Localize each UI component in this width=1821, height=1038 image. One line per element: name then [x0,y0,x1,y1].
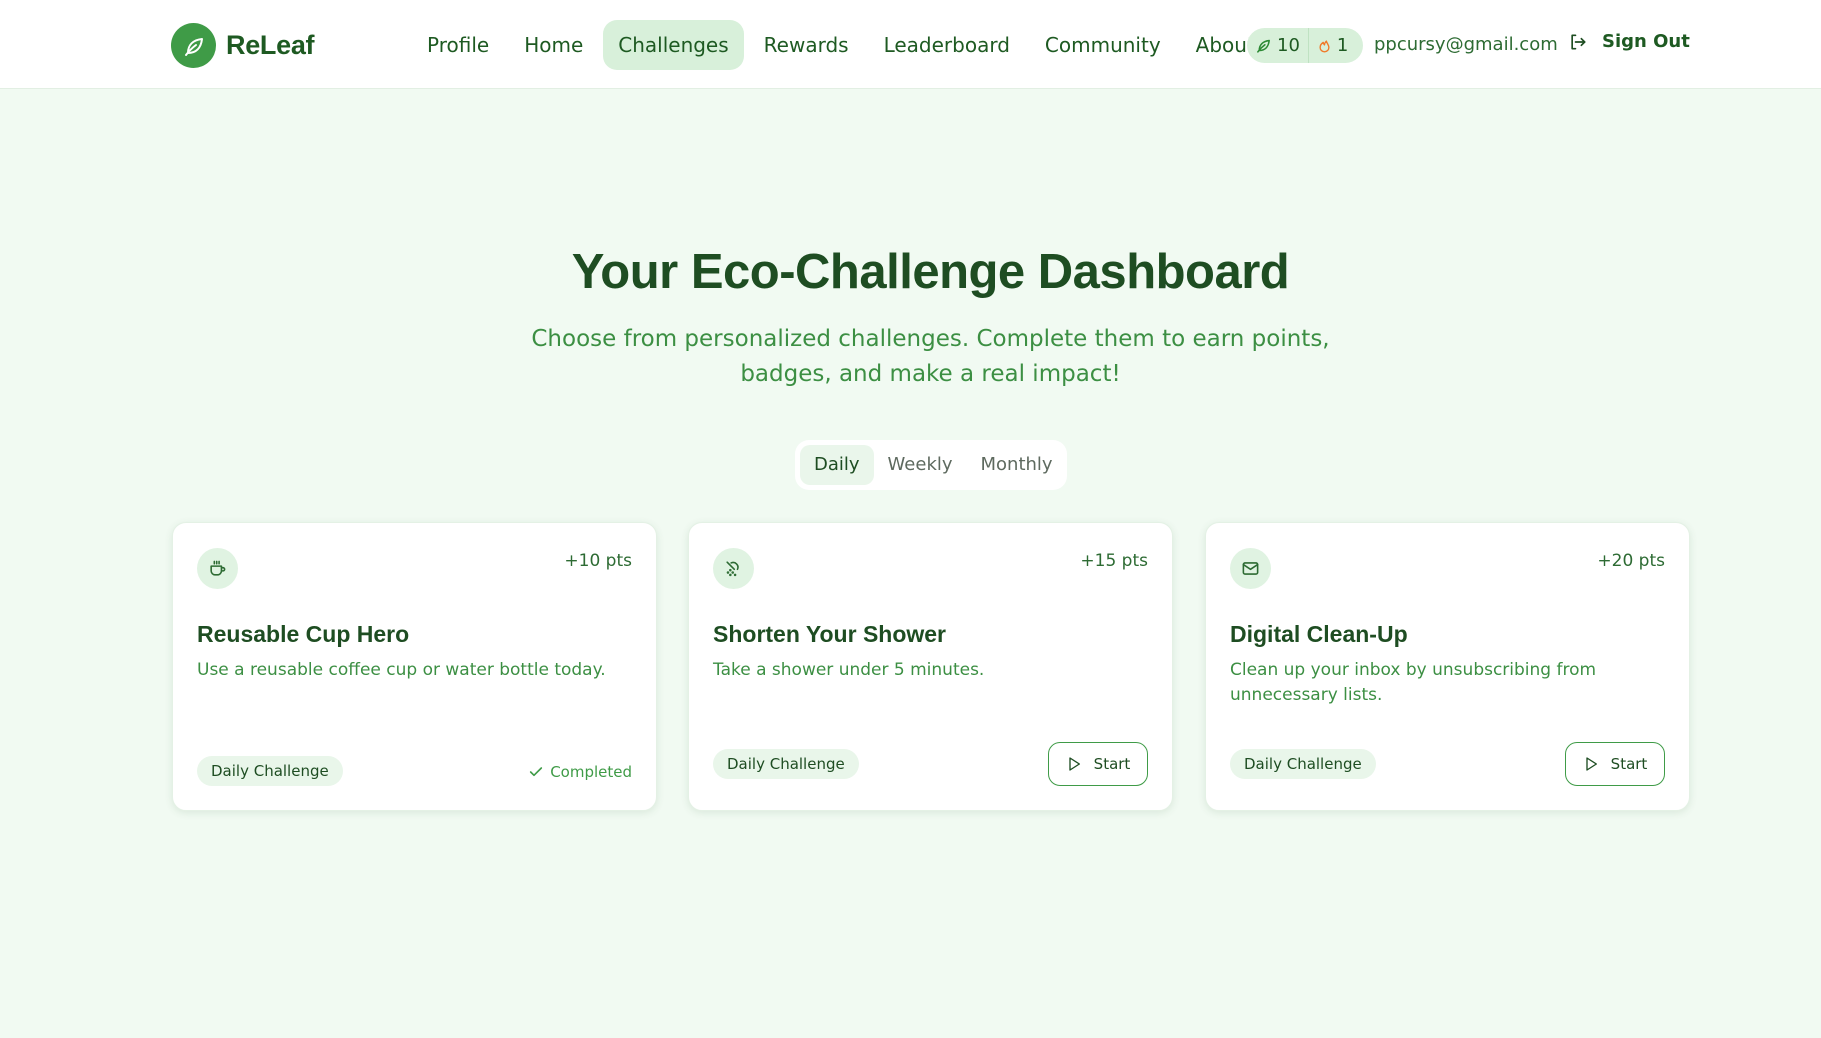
play-icon [1586,757,1597,771]
shower-icon [713,548,754,589]
start-label: Start [1093,755,1131,773]
card-title: Reusable Cup Hero [197,621,410,647]
card-title: Digital Clean-Up [1230,621,1408,647]
cup-icon [197,548,238,589]
completed-status: Completed [528,763,632,781]
leaf-icon [1257,39,1270,53]
challenge-card: +10 pts Reusable Cup Hero Use a reusable… [172,522,657,811]
play-icon [1069,757,1080,771]
brand[interactable]: ReLeaf [171,23,315,68]
logout-icon [1571,34,1586,50]
flame-icon [1319,40,1330,53]
sign-out-button[interactable]: Sign Out [1568,31,1690,52]
points-stat: 10 [1247,28,1308,63]
nav-item-challenges[interactable]: Challenges [603,20,744,70]
start-button[interactable]: Start [1565,742,1665,786]
streak-count: 1 [1336,35,1349,56]
brand-name: ReLeaf [226,30,315,60]
check-icon [530,767,543,777]
tab-weekly[interactable]: Weekly [874,445,967,485]
points-count: 10 [1277,35,1300,56]
nav-item-profile[interactable]: Profile [412,20,504,70]
tab-monthly[interactable]: Monthly [967,445,1067,485]
page-subtitle: Choose from personalized challenges. Com… [531,326,1330,387]
nav-item-leaderboard[interactable]: Leaderboard [869,20,1025,70]
leaf-icon [171,23,216,68]
top-navbar: ReLeaf Profile Home Challenges Rewards L… [0,0,1821,89]
tab-daily[interactable]: Daily [800,445,874,485]
card-description: Take a shower under 5 minutes. [713,660,985,680]
card-badge: Daily Challenge [197,756,343,786]
challenge-card: +20 pts Digital Clean-Up Clean up your i… [1205,522,1690,811]
start-button[interactable]: Start [1048,742,1148,786]
card-points: +20 pts [1597,551,1665,571]
challenge-card: +15 pts Shorten Your Shower Take a showe… [688,522,1173,811]
start-label: Start [1610,755,1648,773]
nav-item-home[interactable]: Home [509,20,598,70]
card-badge: Daily Challenge [1230,749,1376,779]
card-points: +10 pts [564,551,632,571]
mail-icon [1230,548,1271,589]
period-tabs: Daily Weekly Monthly [795,440,1067,490]
card-description: Use a reusable coffee cup or water bottl… [197,660,606,680]
user-email: ppcursy@gmail.com [1374,34,1558,55]
streak-stat: 1 [1307,28,1356,63]
card-description: Clean up your inbox by unsubscribing fro… [1230,660,1597,705]
user-stats: 10 1 [1247,28,1363,63]
page-title: Your Eco-Challenge Dashboard [571,245,1290,299]
card-badge: Daily Challenge [713,749,859,779]
completed-label: Completed [550,763,632,781]
card-points: +15 pts [1080,551,1148,571]
main-nav: Profile Home Challenges Rewards Leaderbo… [412,20,1275,70]
nav-item-rewards[interactable]: Rewards [749,20,864,70]
card-title: Shorten Your Shower [713,621,947,647]
sign-out-label: Sign Out [1602,31,1690,52]
nav-item-community[interactable]: Community [1030,20,1176,70]
